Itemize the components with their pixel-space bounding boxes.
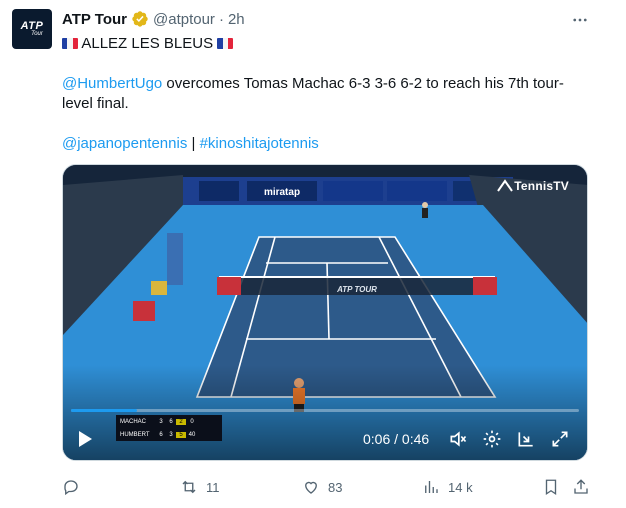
mute-icon[interactable] bbox=[447, 428, 469, 450]
set-score: 6 bbox=[159, 431, 163, 438]
scoreboard: MACHAC 3 6 2 0 HUMBERT 6 3 5 40 bbox=[116, 415, 222, 441]
bookmark-icon bbox=[545, 479, 557, 496]
reply-icon bbox=[64, 480, 78, 496]
tennistv-watermark: TennisTV bbox=[496, 179, 569, 193]
current-time: 0:06 bbox=[363, 431, 391, 447]
share-icon bbox=[574, 479, 588, 494]
settings-gear-icon[interactable] bbox=[481, 428, 503, 450]
views-chart-icon bbox=[425, 481, 438, 493]
avatar[interactable]: ATP Tour bbox=[12, 9, 52, 49]
play-icon[interactable] bbox=[75, 429, 95, 449]
mention-link-japanopen[interactable]: @japanopentennis bbox=[62, 135, 187, 152]
like-count: 83 bbox=[328, 479, 343, 495]
set-score: 3 bbox=[169, 431, 173, 438]
set-score: 6 bbox=[169, 418, 173, 425]
author-name[interactable]: ATP Tour bbox=[62, 11, 127, 28]
like-button[interactable]: 83 bbox=[302, 476, 342, 498]
current-set-score: 5 bbox=[176, 431, 186, 438]
repost-button[interactable]: 11 bbox=[180, 476, 220, 498]
tennistv-logo-icon bbox=[497, 179, 514, 192]
video-time: 0:06 / 0:46 bbox=[363, 431, 429, 447]
hashtag-link[interactable]: #kinoshitajotennis bbox=[200, 135, 319, 152]
time-separator: · bbox=[218, 10, 224, 28]
banner-sponsor: miratap bbox=[264, 187, 300, 198]
repost-count: 11 bbox=[206, 479, 220, 495]
author-handle[interactable]: @atptour bbox=[153, 11, 215, 28]
view-count: 14 k bbox=[448, 479, 473, 495]
heart-icon bbox=[305, 481, 317, 494]
time-divider: / bbox=[390, 431, 402, 447]
tweet-actions: 11 83 14 k bbox=[62, 476, 592, 498]
share-button[interactable] bbox=[572, 476, 590, 498]
verified-badge-icon bbox=[131, 10, 149, 28]
views-button[interactable]: 14 k bbox=[422, 476, 473, 498]
scoreboard-row: MACHAC 3 6 2 0 bbox=[116, 415, 222, 428]
tweet-timestamp[interactable]: 2h bbox=[228, 11, 245, 28]
scoreboard-row: HUMBERT 6 3 5 40 bbox=[116, 428, 222, 441]
france-flag-icon bbox=[217, 38, 234, 49]
reply-button[interactable] bbox=[62, 476, 88, 498]
tag-divider: | bbox=[187, 135, 200, 152]
tweet-body: @HumbertUgo overcomes Tomas Machac 6-3 3… bbox=[62, 74, 592, 114]
video-player[interactable]: miratap ATP TOUR TennisTV MACHAC 3 6 2 0… bbox=[62, 164, 588, 461]
tweet-headline: ALLEZ LES BLEUS bbox=[81, 35, 214, 52]
game-points: 0 bbox=[190, 418, 194, 425]
current-set-score: 2 bbox=[176, 418, 186, 425]
tweet-card[interactable]: ATP Tour ATP Tour @atptour · 2h ALLEZ LE… bbox=[0, 0, 626, 508]
france-flag-icon bbox=[62, 38, 78, 49]
watermark-text: TennisTV bbox=[514, 179, 569, 193]
game-points: 40 bbox=[188, 431, 196, 438]
set-score: 3 bbox=[159, 418, 163, 425]
video-progress-fill bbox=[71, 409, 138, 412]
player-name: MACHAC bbox=[120, 418, 147, 425]
tweet-header: ATP Tour @atptour · 2h bbox=[62, 9, 245, 29]
tweet-text: ALLEZ LES BLEUS @HumbertUgo overcomes To… bbox=[62, 34, 592, 154]
fullscreen-icon[interactable] bbox=[549, 428, 571, 450]
mention-link[interactable]: @HumbertUgo bbox=[62, 75, 162, 92]
repost-icon bbox=[182, 480, 196, 494]
avatar-logo-text: ATP bbox=[20, 19, 44, 32]
player-name: HUMBERT bbox=[120, 431, 150, 438]
avatar-logo-subtext: Tour bbox=[31, 30, 43, 37]
bookmark-button[interactable] bbox=[542, 476, 560, 498]
court-brand: ATP TOUR bbox=[336, 285, 377, 294]
duration: 0:46 bbox=[401, 431, 430, 447]
tweet-line-1: ALLEZ LES BLEUS bbox=[62, 34, 592, 54]
picture-in-picture-icon[interactable] bbox=[515, 428, 537, 450]
more-options-icon[interactable] bbox=[570, 10, 590, 30]
tweet-tags: @japanopentennis | #kinoshitajotennis bbox=[62, 134, 592, 154]
video-progress-bar[interactable] bbox=[71, 409, 579, 412]
